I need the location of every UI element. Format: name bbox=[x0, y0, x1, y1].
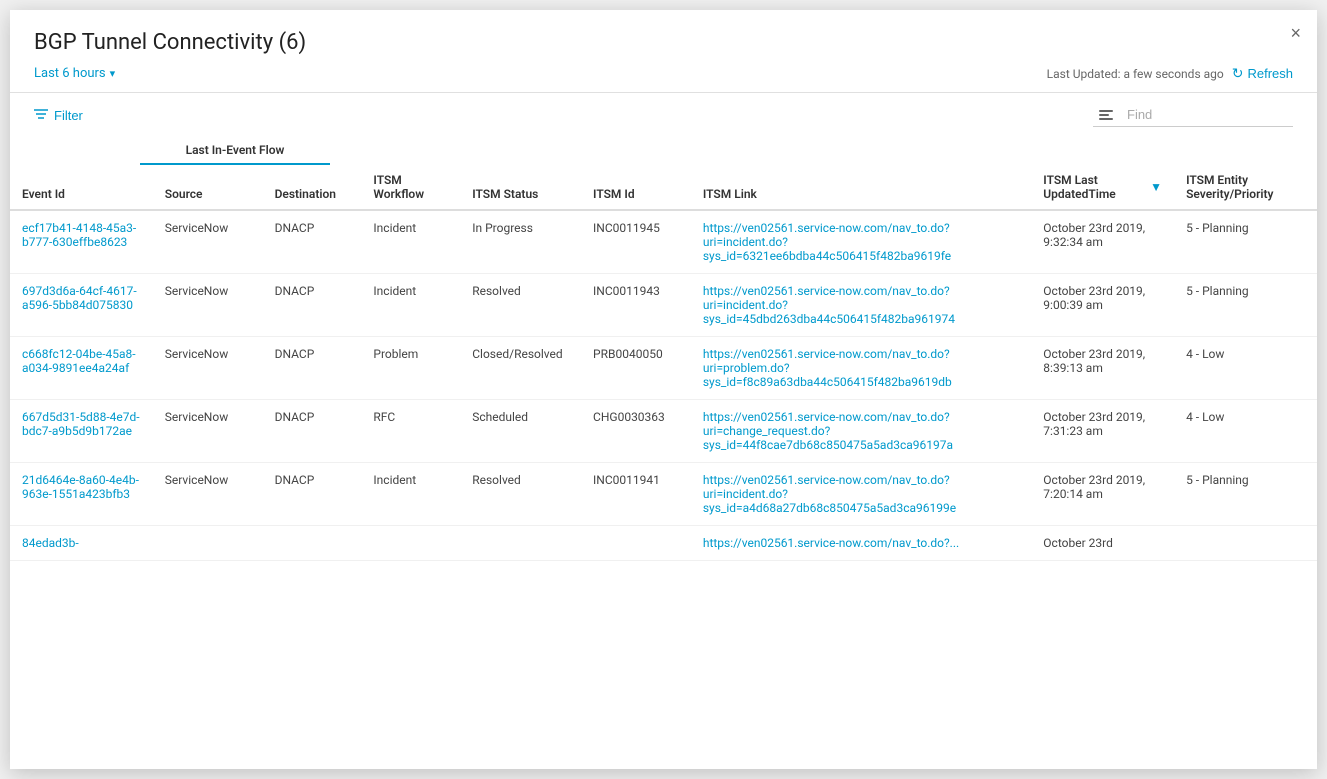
cell-source: ServiceNow bbox=[153, 210, 263, 274]
cell-event-id[interactable]: 697d3d6a-64cf-4617-a596-5bb84d075830 bbox=[10, 274, 153, 337]
cell-itsm-link[interactable]: https://ven02561.service-now.com/nav_to.… bbox=[691, 400, 1031, 463]
cell-itsm-id: PRB0040050 bbox=[581, 337, 691, 400]
modal-header: BGP Tunnel Connectivity (6) Last 6 hours… bbox=[10, 10, 1317, 93]
toolbar: Filter bbox=[10, 93, 1317, 137]
cell-itsm-workflow: Incident bbox=[361, 210, 460, 274]
cell-destination: DNACP bbox=[263, 400, 362, 463]
chevron-down-icon: ▾ bbox=[110, 67, 116, 80]
sort-down-icon: ▼ bbox=[1150, 180, 1162, 194]
cell-itsm-status: Resolved bbox=[460, 463, 581, 526]
cell-itsm-workflow: Problem bbox=[361, 337, 460, 400]
cell-itsm-link[interactable]: https://ven02561.service-now.com/nav_to.… bbox=[691, 274, 1031, 337]
modal-title: BGP Tunnel Connectivity (6) bbox=[34, 30, 1293, 55]
last-updated-info: Last Updated: a few seconds ago ↻ Refres… bbox=[1047, 65, 1293, 82]
search-container bbox=[1093, 103, 1293, 127]
table-row: 697d3d6a-64cf-4617-a596-5bb84d075830Serv… bbox=[10, 274, 1317, 337]
table-row: ecf17b41-4148-45a3-b777-630effbe8623Serv… bbox=[10, 210, 1317, 274]
cell-source: ServiceNow bbox=[153, 463, 263, 526]
cell-source: ServiceNow bbox=[153, 337, 263, 400]
col-header-event-id: Event Id bbox=[10, 165, 153, 210]
cell-itsm-workflow: Incident bbox=[361, 274, 460, 337]
col-header-destination: Destination bbox=[263, 165, 362, 210]
cell-destination bbox=[263, 526, 362, 561]
cell-source: ServiceNow bbox=[153, 400, 263, 463]
cell-itsm-last-updated: October 23rd 2019, 7:31:23 am bbox=[1031, 400, 1174, 463]
cell-itsm-id bbox=[581, 526, 691, 561]
filter-button[interactable]: Filter bbox=[34, 107, 83, 123]
cell-itsm-workflow bbox=[361, 526, 460, 561]
cell-destination: DNACP bbox=[263, 463, 362, 526]
header-controls: Last 6 hours ▾ Last Updated: a few secon… bbox=[34, 65, 1293, 92]
filter-icon bbox=[34, 107, 48, 123]
refresh-icon: ↻ bbox=[1232, 65, 1244, 82]
table-row: c668fc12-04be-45a8-a034-9891ee4a24afServ… bbox=[10, 337, 1317, 400]
cell-itsm-status: In Progress bbox=[460, 210, 581, 274]
cell-event-id[interactable]: 21d6464e-8a60-4e4b-963e-1551a423bfb3 bbox=[10, 463, 153, 526]
cell-itsm-last-updated: October 23rd 2019, 8:39:13 am bbox=[1031, 337, 1174, 400]
cell-itsm-link[interactable]: https://ven02561.service-now.com/nav_to.… bbox=[691, 526, 1031, 561]
col-header-itsm-workflow: ITSM Workflow bbox=[361, 165, 460, 210]
cell-source: ServiceNow bbox=[153, 274, 263, 337]
cell-itsm-workflow: Incident bbox=[361, 463, 460, 526]
cell-itsm-id: INC0011943 bbox=[581, 274, 691, 337]
cell-itsm-workflow: RFC bbox=[361, 400, 460, 463]
filter-label: Filter bbox=[54, 108, 83, 123]
cell-event-id[interactable]: 667d5d31-5d88-4e7d-bdc7-a9b5d9b172ae bbox=[10, 400, 153, 463]
cell-event-id[interactable]: 84edad3b- bbox=[10, 526, 153, 561]
refresh-label: Refresh bbox=[1247, 66, 1293, 81]
table-row: 667d5d31-5d88-4e7d-bdc7-a9b5d9b172aeServ… bbox=[10, 400, 1317, 463]
cell-itsm-id: CHG0030363 bbox=[581, 400, 691, 463]
col-header-source: Source bbox=[153, 165, 263, 210]
cell-itsm-entity bbox=[1174, 526, 1317, 561]
cell-itsm-status: Resolved bbox=[460, 274, 581, 337]
col-header-itsm-status: ITSM Status bbox=[460, 165, 581, 210]
cell-itsm-status: Closed/Resolved bbox=[460, 337, 581, 400]
cell-itsm-link[interactable]: https://ven02561.service-now.com/nav_to.… bbox=[691, 463, 1031, 526]
col-header-itsm-link: ITSM Link bbox=[691, 165, 1031, 210]
search-input[interactable] bbox=[1127, 107, 1287, 122]
cell-itsm-link[interactable]: https://ven02561.service-now.com/nav_to.… bbox=[691, 337, 1031, 400]
cell-itsm-entity: 5 - Planning bbox=[1174, 210, 1317, 274]
cell-itsm-id: INC0011941 bbox=[581, 463, 691, 526]
last-in-event-flow-header: Last In-Event Flow bbox=[140, 137, 330, 165]
cell-destination: DNACP bbox=[263, 210, 362, 274]
refresh-button[interactable]: ↻ Refresh bbox=[1232, 65, 1293, 82]
cell-itsm-status: Scheduled bbox=[460, 400, 581, 463]
data-table: Last In-Event Flow Event Id Source Desti… bbox=[10, 137, 1317, 561]
table-row: 84edad3b-https://ven02561.service-now.co… bbox=[10, 526, 1317, 561]
cell-itsm-entity: 5 - Planning bbox=[1174, 274, 1317, 337]
col-header-itsm-entity: ITSM Entity Severity/Priority bbox=[1174, 165, 1317, 210]
cell-destination: DNACP bbox=[263, 337, 362, 400]
time-filter-button[interactable]: Last 6 hours ▾ bbox=[34, 66, 115, 81]
cell-source bbox=[153, 526, 263, 561]
last-updated-text: Last Updated: a few seconds ago bbox=[1047, 67, 1224, 81]
cell-event-id[interactable]: c668fc12-04be-45a8-a034-9891ee4a24af bbox=[10, 337, 153, 400]
cell-event-id[interactable]: ecf17b41-4148-45a3-b777-630effbe8623 bbox=[10, 210, 153, 274]
col-header-itsm-last-updated[interactable]: ITSM Last UpdatedTime ▼ bbox=[1031, 165, 1174, 210]
col-header-itsm-id: ITSM Id bbox=[581, 165, 691, 210]
table-row: 21d6464e-8a60-4e4b-963e-1551a423bfb3Serv… bbox=[10, 463, 1317, 526]
cell-itsm-last-updated: October 23rd bbox=[1031, 526, 1174, 561]
cell-itsm-link[interactable]: https://ven02561.service-now.com/nav_to.… bbox=[691, 210, 1031, 274]
cell-itsm-entity: 4 - Low bbox=[1174, 337, 1317, 400]
cell-itsm-last-updated: October 23rd 2019, 9:00:39 am bbox=[1031, 274, 1174, 337]
close-button[interactable]: × bbox=[1290, 24, 1301, 42]
table-container: Last In-Event Flow Event Id Source Desti… bbox=[10, 137, 1317, 769]
search-icon bbox=[1099, 110, 1113, 120]
cell-itsm-last-updated: October 23rd 2019, 9:32:34 am bbox=[1031, 210, 1174, 274]
cell-itsm-entity: 4 - Low bbox=[1174, 400, 1317, 463]
cell-destination: DNACP bbox=[263, 274, 362, 337]
cell-itsm-status bbox=[460, 526, 581, 561]
cell-itsm-id: INC0011945 bbox=[581, 210, 691, 274]
modal-container: × BGP Tunnel Connectivity (6) Last 6 hou… bbox=[10, 10, 1317, 769]
cell-itsm-entity: 5 - Planning bbox=[1174, 463, 1317, 526]
time-filter-label: Last 6 hours bbox=[34, 66, 106, 81]
cell-itsm-last-updated: October 23rd 2019, 7:20:14 am bbox=[1031, 463, 1174, 526]
